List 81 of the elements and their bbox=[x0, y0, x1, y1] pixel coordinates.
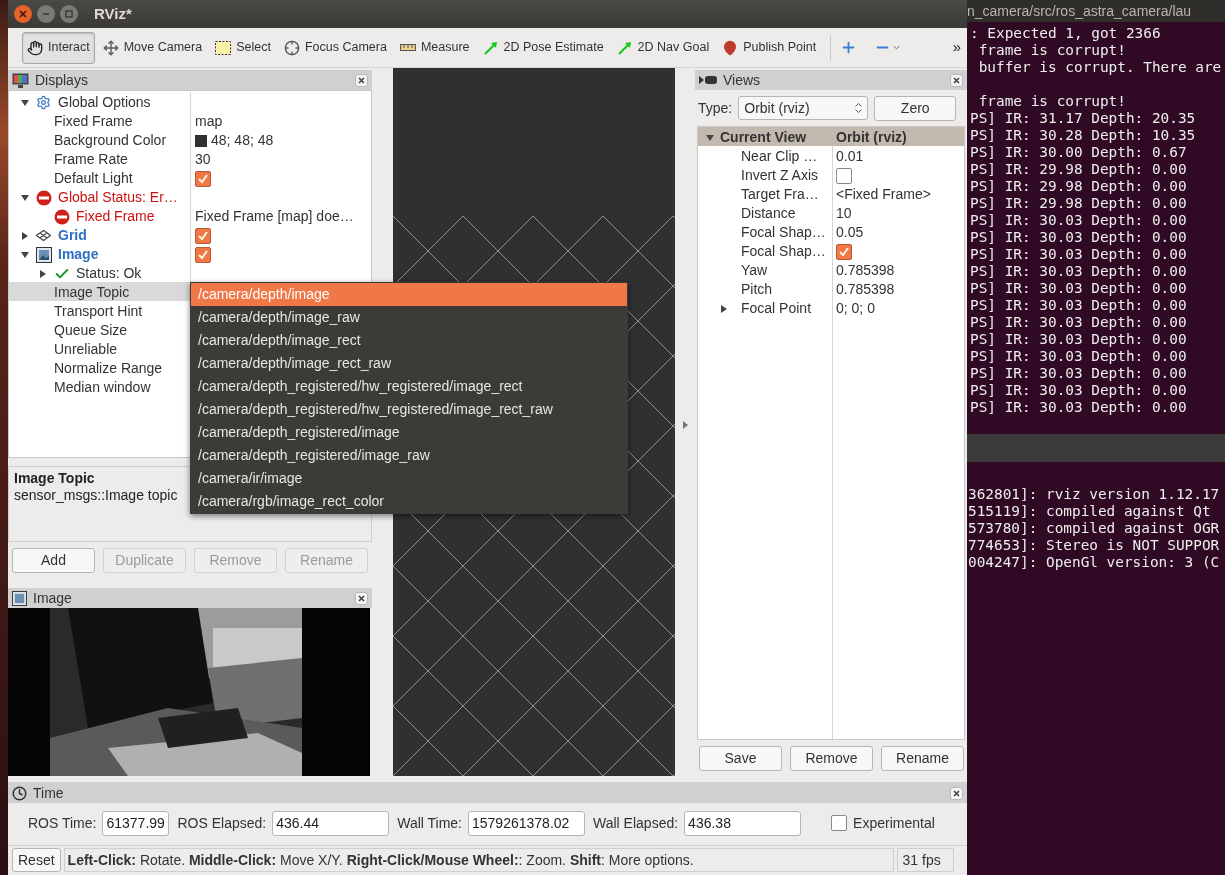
field-label: ROS Elapsed: bbox=[177, 813, 267, 833]
property-label: Focal Shap… bbox=[741, 223, 826, 242]
terminal-line: : Expected 1, got 2366 bbox=[970, 25, 1162, 42]
property-label: Grid bbox=[58, 226, 87, 245]
terminal-line: 362801]: rviz version 1.12.17 bbox=[968, 486, 1221, 503]
terminal-line: PS] IR: 30.00 Depth: 0.67 bbox=[970, 144, 1188, 161]
property-value: Fixed Frame [map] doe… bbox=[195, 207, 354, 226]
property-label: Transport Hint bbox=[54, 302, 143, 321]
terminal-line: PS] IR: 30.03 Depth: 0.00 bbox=[970, 246, 1188, 263]
property-value: map bbox=[195, 112, 223, 131]
property-label: Unreliable bbox=[54, 340, 118, 359]
terminal-line: PS] IR: 30.03 Depth: 0.00 bbox=[970, 212, 1188, 229]
terminal-line: PS] IR: 30.03 Depth: 0.00 bbox=[970, 314, 1188, 331]
terminal-line: PS] IR: 29.98 Depth: 0.00 bbox=[970, 161, 1188, 178]
panel-title: Displays bbox=[35, 70, 88, 90]
panel-title: Time bbox=[33, 783, 64, 803]
terminal-line: 573780]: compiled against OGR bbox=[968, 520, 1221, 537]
property-value: 10 bbox=[836, 204, 852, 223]
property-label: Background Color bbox=[54, 131, 167, 150]
terminal-line: PS] IR: 30.03 Depth: 0.00 bbox=[970, 382, 1188, 399]
field-label: ROS Time: bbox=[28, 813, 97, 833]
terminal-line: PS] IR: 30.03 Depth: 0.00 bbox=[970, 297, 1188, 314]
terminal-line: 774653]: Stereo is NOT SUPPOR bbox=[968, 537, 1221, 554]
type-label: Type: bbox=[698, 98, 733, 118]
property-value: Orbit (rviz) bbox=[835, 128, 908, 147]
terminal-line: PS] IR: 29.98 Depth: 0.00 bbox=[970, 195, 1188, 212]
help-text: Left-Click: Rotate. Middle-Click: Move X/Y. Right-Click/Mouse Wheel:: Zoom. Shift: More options. bbox=[63, 848, 894, 872]
terminal-line: PS] IR: 30.03 Depth: 0.00 bbox=[970, 280, 1188, 297]
property-label: Pitch bbox=[741, 280, 773, 299]
property-value: 0; 0; 0 bbox=[836, 299, 875, 318]
property-label: Fixed Frame bbox=[54, 112, 133, 131]
property-label: Distance bbox=[741, 204, 796, 223]
terminal-line: 004247]: OpenGl version: 3 (C bbox=[968, 554, 1221, 571]
property-value: 0.785398 bbox=[836, 280, 895, 299]
property-label: Queue Size bbox=[54, 321, 128, 340]
property-label: Image bbox=[58, 245, 99, 264]
field-label: Wall Elapsed: bbox=[593, 813, 679, 833]
fps-readout: 31 fps bbox=[896, 848, 954, 872]
property-label: Focal Shap… bbox=[741, 242, 826, 261]
terminal-line: PS] IR: 29.98 Depth: 0.00 bbox=[970, 178, 1188, 195]
description-title: Image Topic bbox=[14, 470, 95, 487]
checkbox-label: Experimental bbox=[853, 813, 935, 833]
terminal-line: PS] IR: 30.28 Depth: 10.35 bbox=[970, 127, 1197, 144]
property-label: Yaw bbox=[741, 261, 768, 280]
terminal-line: frame is corrupt! bbox=[977, 93, 1127, 110]
property-value: 48; 48; 48 bbox=[211, 131, 274, 150]
property-label: Focal Point bbox=[741, 299, 812, 318]
window-title: RViz* bbox=[94, 3, 132, 24]
terminal-line: 515119]: compiled against Qt bbox=[968, 503, 1212, 520]
property-value: 0.05 bbox=[836, 223, 864, 242]
property-label: Image Topic bbox=[54, 283, 130, 302]
description-text: sensor_msgs::Image topic bbox=[14, 487, 178, 504]
property-value: <Fixed Frame> bbox=[836, 185, 931, 204]
terminal-title: n_camera/src/ros_astra_camera/lau bbox=[967, 1, 1192, 21]
terminal-line: PS] IR: 30.03 Depth: 0.00 bbox=[970, 365, 1188, 382]
property-value: 30 bbox=[195, 150, 211, 169]
terminal-line: PS] IR: 30.03 Depth: 0.00 bbox=[970, 348, 1188, 365]
terminal-line: PS] IR: 30.03 Depth: 0.00 bbox=[970, 229, 1188, 246]
property-label: Status: Ok bbox=[76, 264, 142, 283]
property-label: Default Light bbox=[54, 169, 133, 188]
property-label: Median window bbox=[54, 378, 151, 397]
property-label: Invert Z Axis bbox=[741, 166, 819, 185]
terminal-line: buffer is corrupt. There are bbox=[977, 59, 1223, 76]
terminal-line: PS] IR: 31.17 Depth: 20.35 bbox=[970, 110, 1197, 127]
property-label: Target Fra… bbox=[741, 185, 819, 204]
property-label: Frame Rate bbox=[54, 150, 128, 169]
terminal-line: PS] IR: 30.03 Depth: 0.00 bbox=[970, 331, 1188, 348]
property-label: Near Clip … bbox=[741, 147, 818, 166]
panel-title: Image bbox=[33, 588, 72, 608]
property-value: 0.01 bbox=[836, 147, 864, 166]
terminal-line: frame is corrupt! bbox=[977, 42, 1127, 59]
property-label: Current View bbox=[720, 128, 807, 147]
property-label: Global Options bbox=[58, 93, 151, 112]
property-label: Fixed Frame bbox=[76, 207, 155, 226]
panel-title: Views bbox=[723, 70, 761, 90]
property-label: Global Status: Er… bbox=[58, 188, 178, 207]
terminal-line: PS] IR: 30.03 Depth: 0.00 bbox=[970, 263, 1188, 280]
terminal-line: PS] IR: 30.03 Depth: 0.00 bbox=[970, 399, 1188, 416]
field-label: Wall Time: bbox=[397, 813, 462, 833]
property-label: Normalize Range bbox=[54, 359, 163, 378]
property-value: 0.785398 bbox=[836, 261, 895, 280]
